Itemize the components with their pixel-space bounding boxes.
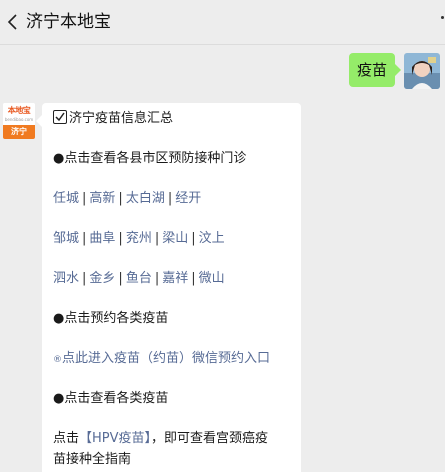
checkbox-icon xyxy=(53,110,67,124)
separator: | xyxy=(82,191,87,206)
brand-avatar[interactable]: 本地宝 bendibao.com 济宁 xyxy=(3,103,35,139)
separator: | xyxy=(118,191,123,206)
message-title-line: 济宁疫苗信息汇总 xyxy=(53,109,173,129)
county-link[interactable]: 曲阜 xyxy=(89,231,115,246)
brand-url: bendibao.com xyxy=(4,117,34,122)
hpv-line-2: 苗接种全指南 xyxy=(53,452,132,467)
back-icon[interactable] xyxy=(6,12,22,32)
chat-title: 济宁本地宝 xyxy=(26,12,111,32)
county-link[interactable]: 兖州 xyxy=(126,231,152,246)
county-link[interactable]: 鱼台 xyxy=(126,271,152,286)
vaccine-booking-link[interactable]: 点此进入疫苗（约苗）微信预约入口 xyxy=(62,351,270,366)
county-link[interactable]: 嘉祥 xyxy=(162,271,188,286)
separator: | xyxy=(191,231,196,246)
brand-city: 济宁 xyxy=(3,125,35,139)
county-link[interactable]: 金乡 xyxy=(89,271,115,286)
county-link[interactable]: 梁山 xyxy=(162,231,188,246)
separator: | xyxy=(191,271,196,286)
bullet-counties: ●点击查看各县市区预防接种门诊 xyxy=(53,151,247,166)
county-link[interactable]: 邹城 xyxy=(53,231,79,246)
separator: | xyxy=(118,231,123,246)
county-link[interactable]: 微山 xyxy=(199,271,225,286)
separator: | xyxy=(118,271,123,286)
hpv-suffix: ，即可查看宫颈癌疫 xyxy=(151,431,269,446)
top-bar: 济宁本地宝 xyxy=(0,0,445,45)
message-title: 济宁疫苗信息汇总 xyxy=(69,111,174,126)
brand-name: 本地宝 xyxy=(7,106,31,115)
county-links-row-1: 任城 | 高新 | 太白湖 | 经开 xyxy=(53,189,201,209)
separator: | xyxy=(154,271,160,286)
registered-icon: ® xyxy=(53,355,62,365)
outgoing-message-bubble[interactable]: 疫苗 xyxy=(349,53,401,87)
more-icon[interactable] xyxy=(435,16,445,28)
county-link[interactable]: 经开 xyxy=(175,191,201,206)
separator: | xyxy=(154,231,160,246)
county-link[interactable]: 汶上 xyxy=(199,231,225,246)
hpv-vaccine-link[interactable]: 【HPV疫苗】 xyxy=(79,431,151,446)
county-link[interactable]: 高新 xyxy=(89,191,115,206)
county-link[interactable]: 任城 xyxy=(53,191,79,206)
incoming-message-card: 济宁疫苗信息汇总 ●点击查看各县市区预防接种门诊 任城 | 高新 | 太白湖 | 经开 邹城… xyxy=(36,103,301,472)
separator: | xyxy=(167,191,173,206)
county-links-row-3: 泗水 | 金乡 | 鱼台 | 嘉祥 | 微山 xyxy=(53,269,225,289)
county-link[interactable]: 泗水 xyxy=(53,271,79,286)
brand-logo-top: 本地宝 bendibao.com xyxy=(3,103,35,125)
user-avatar[interactable] xyxy=(404,53,440,89)
county-links-row-2: 邹城 | 曲阜 | 兖州 | 梁山 | 汶上 xyxy=(53,229,225,249)
book-link-line: ®点此进入疫苗（约苗）微信预约入口 xyxy=(53,349,270,370)
hpv-line: 点击【HPV疫苗】，即可查看宫颈癌疫 xyxy=(53,429,268,449)
separator: | xyxy=(82,231,87,246)
bullet-view: ●点击查看各类疫苗 xyxy=(53,391,169,406)
bullet-book: ●点击预约各类疫苗 xyxy=(53,311,169,326)
county-link[interactable]: 太白湖 xyxy=(126,191,165,206)
separator: | xyxy=(82,271,87,286)
hpv-prefix: 点击 xyxy=(53,431,80,446)
